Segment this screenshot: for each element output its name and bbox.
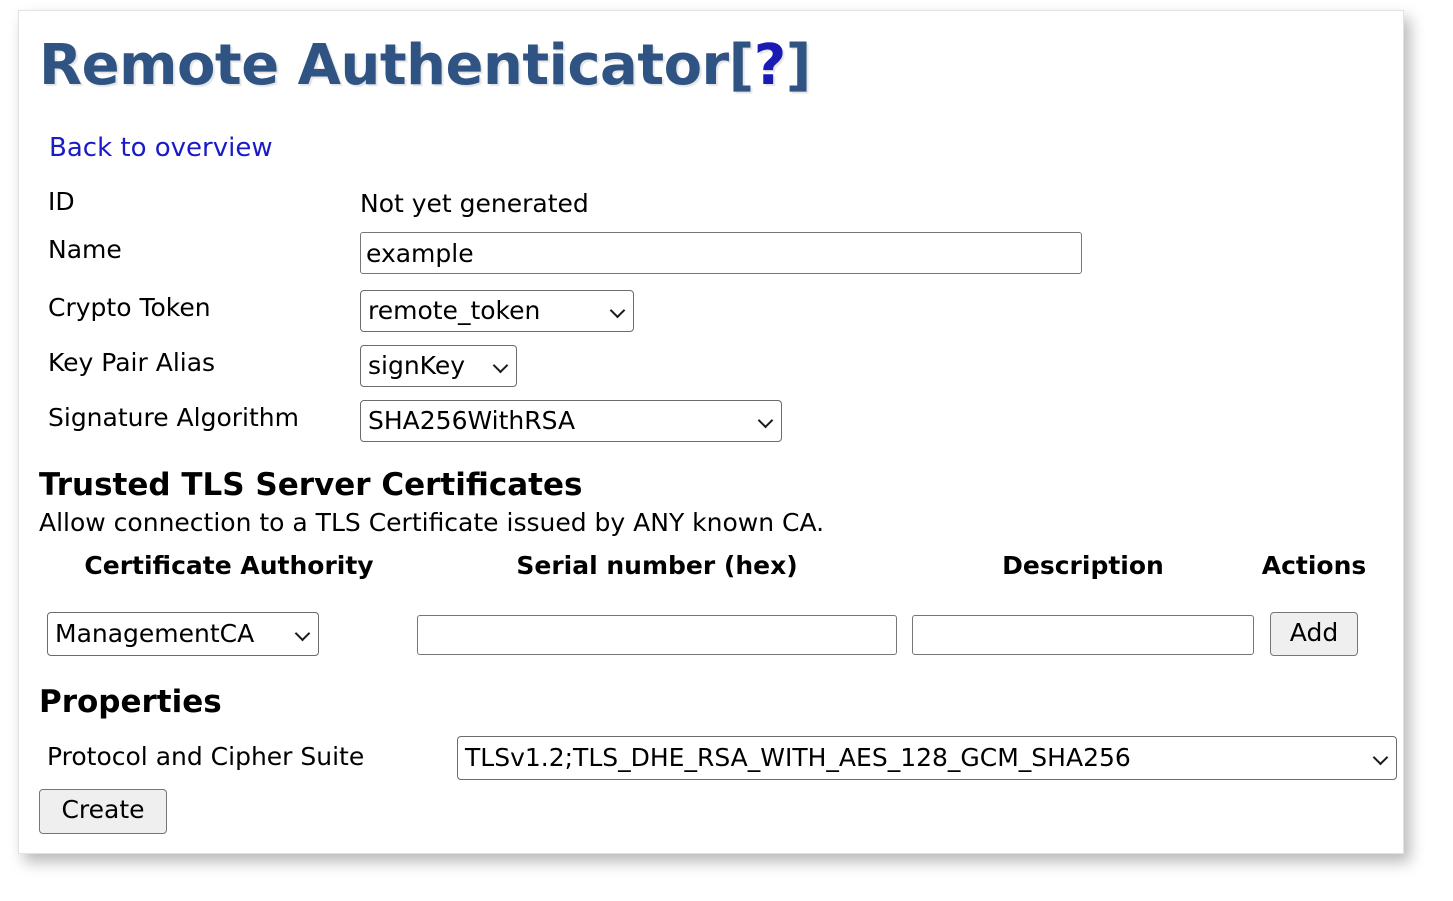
add-certificate-button[interactable]: Add <box>1270 612 1358 656</box>
chevron-down-icon <box>611 303 626 318</box>
column-header-actions: Actions <box>1261 551 1367 580</box>
chevron-down-icon <box>1374 750 1389 765</box>
name-input[interactable] <box>360 232 1082 274</box>
properties-heading: Properties <box>39 684 222 720</box>
label-signature-algorithm: Signature Algorithm <box>48 403 299 432</box>
certificate-authority-select-wrap: ManagementCA <box>47 612 319 656</box>
trusted-certs-heading: Trusted TLS Server Certificates <box>39 467 583 503</box>
chevron-down-icon <box>296 626 311 641</box>
certificate-authority-select-value: ManagementCA <box>55 618 255 648</box>
protocol-cipher-suite-select[interactable]: TLSv1.2;TLS_DHE_RSA_WITH_AES_128_GCM_SHA… <box>457 736 1397 780</box>
crypto-token-select[interactable]: remote_token <box>360 290 634 332</box>
key-pair-alias-select-value: signKey <box>368 350 466 380</box>
column-header-serial-number: Serial number (hex) <box>516 551 798 580</box>
crypto-token-select-wrap: remote_token <box>360 290 634 332</box>
signature-algorithm-select[interactable]: SHA256WithRSA <box>360 400 782 442</box>
help-link-icon[interactable]: ? <box>754 33 786 98</box>
crypto-token-select-value: remote_token <box>368 295 541 325</box>
signature-algorithm-select-value: SHA256WithRSA <box>368 405 576 435</box>
name-input-wrap <box>360 232 1082 274</box>
label-name: Name <box>48 235 122 264</box>
chevron-down-icon <box>759 413 774 428</box>
signature-algorithm-select-wrap: SHA256WithRSA <box>360 400 782 442</box>
page-card: Remote Authenticator[?] Back to overview… <box>18 10 1404 854</box>
label-protocol-cipher-suite: Protocol and Cipher Suite <box>47 742 365 771</box>
key-pair-alias-select[interactable]: signKey <box>360 345 517 387</box>
protocol-cipher-suite-select-wrap: TLSv1.2;TLS_DHE_RSA_WITH_AES_128_GCM_SHA… <box>457 736 1397 780</box>
page-title: Remote Authenticator[?] <box>39 33 811 98</box>
help-bracket-close: ] <box>785 33 812 98</box>
value-id: Not yet generated <box>360 189 589 218</box>
back-to-overview-link[interactable]: Back to overview <box>49 133 273 163</box>
trusted-certs-description: Allow connection to a TLS Certificate is… <box>39 508 825 537</box>
help-bracket-open: [ <box>728 33 755 98</box>
column-header-certificate-authority: Certificate Authority <box>84 551 374 580</box>
serial-number-input[interactable] <box>417 615 897 655</box>
page-title-text: Remote Authenticator <box>39 33 729 98</box>
label-crypto-token: Crypto Token <box>48 293 211 322</box>
certificate-authority-select[interactable]: ManagementCA <box>47 612 319 656</box>
protocol-cipher-suite-select-value: TLSv1.2;TLS_DHE_RSA_WITH_AES_128_GCM_SHA… <box>465 742 1131 772</box>
column-header-description: Description <box>1002 551 1164 580</box>
key-pair-alias-select-wrap: signKey <box>360 345 517 387</box>
create-button[interactable]: Create <box>39 789 167 834</box>
description-input[interactable] <box>912 615 1254 655</box>
chevron-down-icon <box>494 358 509 373</box>
label-id: ID <box>48 187 75 216</box>
label-key-pair-alias: Key Pair Alias <box>48 348 216 377</box>
